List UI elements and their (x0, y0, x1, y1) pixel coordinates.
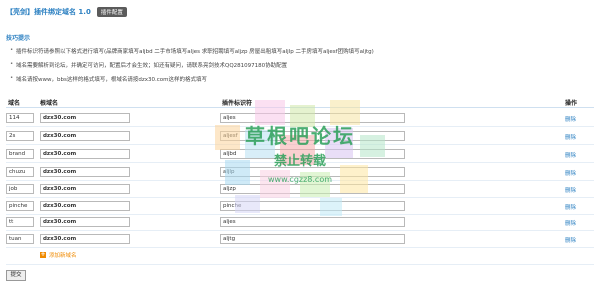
row-divider (6, 144, 594, 145)
submit-button[interactable]: 提交 (6, 270, 26, 281)
domain-prefix-input[interactable]: tuan (6, 234, 34, 244)
row-divider (6, 126, 594, 127)
row-divider (6, 230, 594, 231)
root-domain-input[interactable]: dzx30.com (40, 217, 130, 227)
header-divider (6, 107, 594, 108)
plus-icon: + (40, 251, 46, 258)
root-domain-input[interactable]: dzx30.com (40, 131, 130, 141)
root-domain-input[interactable]: dzx30.com (40, 201, 130, 211)
plugin-id-input[interactable]: aljtg (220, 234, 405, 244)
delete-link[interactable]: 删除 (565, 169, 576, 177)
domain-prefix-input[interactable]: pinche (6, 201, 34, 211)
row-divider (6, 180, 594, 181)
plugin-id-input[interactable]: aljesf (220, 131, 405, 141)
column-header-domain: 域名 (8, 100, 21, 107)
plugin-id-input[interactable]: aljes (220, 113, 405, 123)
root-domain-input[interactable]: dzx30.com (40, 234, 130, 244)
page-title: 【亮剑】插件绑定域名 1.0 (6, 8, 91, 16)
tip-item: 域名请按www，bbs这样的格式填写，根域名请按dzx30.com这样的格式填写 (10, 75, 207, 83)
plugin-id-input[interactable]: aljzp (220, 184, 405, 194)
column-header-action: 操作 (565, 100, 578, 107)
page-header: 【亮剑】插件绑定域名 1.0 插件配置 (6, 6, 127, 18)
tip-item: 插件标识符请参照以下格式进行填写(品牌商家填写aljbd 二手市场填写aljes… (10, 47, 374, 55)
root-domain-input[interactable]: dzx30.com (40, 149, 130, 159)
plugin-id-input[interactable]: pinche (220, 201, 405, 211)
domain-prefix-input[interactable]: job (6, 184, 34, 194)
column-header-root-domain: 根域名 (40, 100, 59, 107)
delete-link[interactable]: 删除 (565, 203, 576, 211)
domain-prefix-input[interactable]: 2s (6, 131, 34, 141)
row-divider (6, 247, 594, 248)
delete-link[interactable]: 删除 (565, 236, 576, 244)
domain-prefix-input[interactable]: brand (6, 149, 34, 159)
domain-prefix-input[interactable]: chuzu (6, 167, 34, 177)
row-divider (6, 197, 594, 198)
tips-list: 插件标识符请参照以下格式进行填写(品牌商家填写aljbd 二手市场填写aljes… (6, 44, 594, 88)
delete-link[interactable]: 删除 (565, 115, 576, 123)
root-domain-input[interactable]: dzx30.com (40, 184, 130, 194)
plugin-id-input[interactable]: aljbd (220, 149, 405, 159)
add-domain-label: 添加新域名 (49, 253, 77, 259)
plugin-id-input[interactable]: aljlp (220, 167, 405, 177)
tips-heading: 技巧提示 (6, 35, 31, 42)
domain-prefix-input[interactable]: tt (6, 217, 34, 227)
delete-link[interactable]: 删除 (565, 133, 576, 141)
add-domain-link[interactable]: + 添加新域名 (40, 251, 77, 259)
row-divider (6, 214, 594, 215)
row-divider (6, 162, 594, 163)
delete-link[interactable]: 删除 (565, 151, 576, 159)
tip-item: 域名需要解析到论坛，并确定可访问，配置后才会生效；如还有疑问，请联系亮剑技术QQ… (10, 61, 287, 69)
plugin-id-input[interactable]: aljes (220, 217, 405, 227)
plugin-config-tab[interactable]: 插件配置 (96, 7, 127, 17)
delete-link[interactable]: 删除 (565, 219, 576, 227)
domain-prefix-input[interactable]: 114 (6, 113, 34, 123)
column-header-plugin-id: 插件标识符 (222, 100, 253, 107)
row-divider (6, 264, 594, 265)
root-domain-input[interactable]: dzx30.com (40, 113, 130, 123)
root-domain-input[interactable]: dzx30.com (40, 167, 130, 177)
delete-link[interactable]: 删除 (565, 186, 576, 194)
